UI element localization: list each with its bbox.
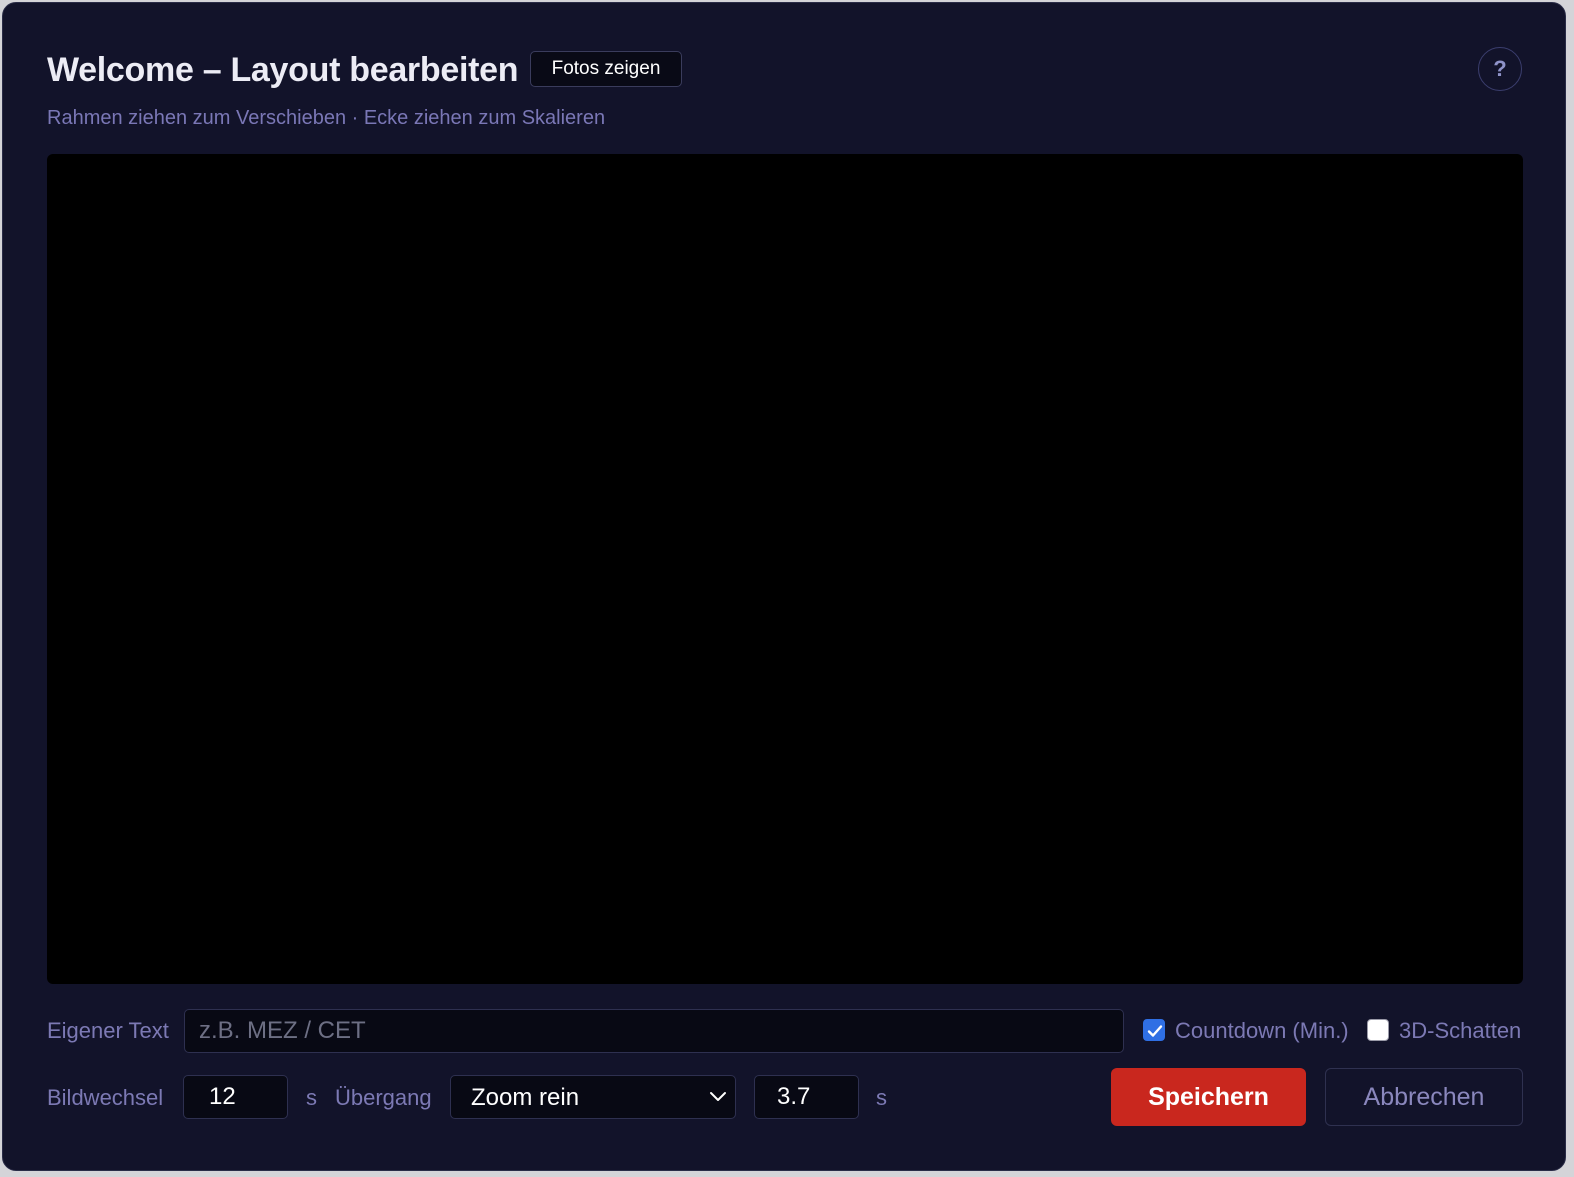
dialog-subtitle: Rahmen ziehen zum Verschieben · Ecke zie… [47, 107, 606, 129]
checkmark-icon [1147, 1025, 1163, 1037]
transition-duration-input[interactable] [754, 1075, 859, 1119]
layout-canvas[interactable] [47, 154, 1523, 984]
save-button[interactable]: Speichern [1111, 1068, 1306, 1126]
image-change-unit: s [306, 1085, 317, 1110]
transition-label: Übergang [335, 1085, 432, 1110]
shadow3d-label[interactable]: 3D-Schatten [1399, 1017, 1521, 1045]
chevron-down-icon [710, 1092, 726, 1101]
transition-duration-unit: s [876, 1085, 887, 1110]
image-change-input[interactable] [183, 1075, 288, 1119]
dialog-title: Welcome – Layout bearbeiten [47, 51, 519, 89]
custom-text-input[interactable] [184, 1009, 1124, 1053]
countdown-label[interactable]: Countdown (Min.) [1175, 1017, 1349, 1045]
layout-editor-dialog: Welcome – Layout bearbeiten Fotos zeigen… [2, 2, 1566, 1171]
image-change-label: Bildwechsel [47, 1085, 164, 1110]
transition-select-value: Zoom rein [471, 1084, 580, 1111]
show-photos-button[interactable]: Fotos zeigen [530, 51, 682, 87]
custom-text-label: Eigener Text [47, 1018, 169, 1043]
shadow3d-checkbox[interactable] [1367, 1019, 1389, 1041]
help-icon[interactable]: ? [1478, 47, 1522, 91]
countdown-checkbox[interactable] [1143, 1019, 1165, 1041]
transition-select[interactable]: Zoom rein [450, 1075, 736, 1119]
cancel-button[interactable]: Abbrechen [1325, 1068, 1523, 1126]
